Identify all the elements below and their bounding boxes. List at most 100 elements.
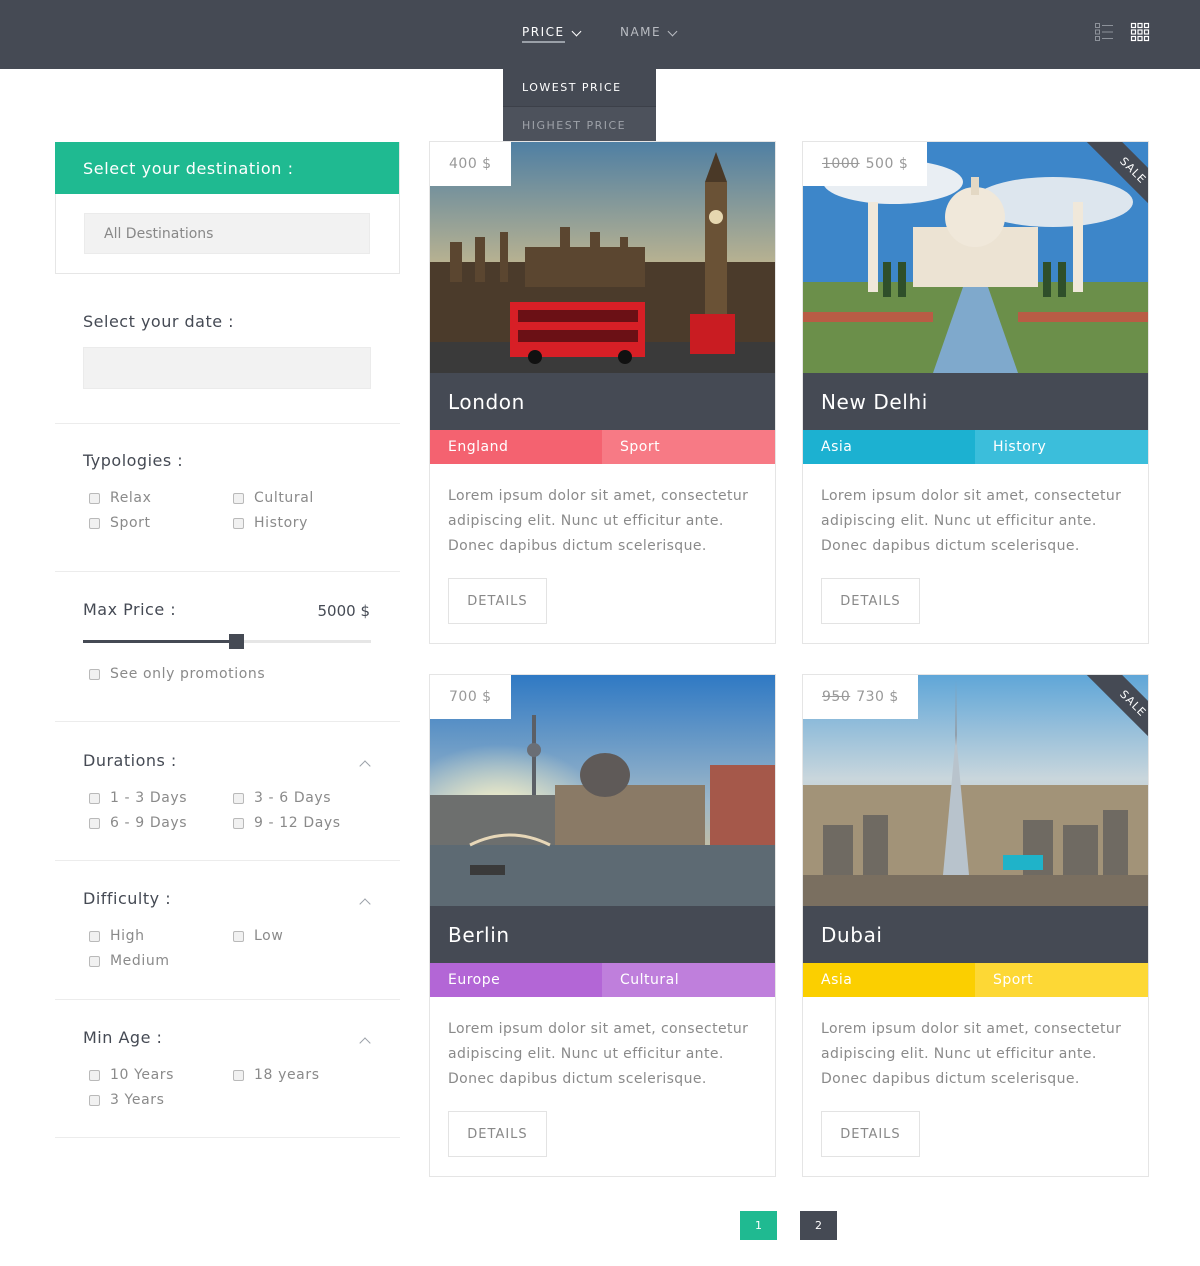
typology-history-checkbox[interactable]: History — [233, 515, 308, 531]
card-title[interactable]: New Delhi — [803, 373, 1148, 430]
age-3-checkbox[interactable]: 3 Years — [89, 1092, 165, 1108]
checkbox-label: History — [254, 515, 309, 531]
top-bar: PRICE NAME — [0, 0, 1200, 69]
tag-region[interactable]: England — [430, 430, 602, 464]
typology-relax-checkbox[interactable]: Relax — [89, 490, 151, 506]
details-button[interactable]: DETAILS — [821, 1111, 920, 1157]
destination-title: Select your destination : — [55, 142, 399, 194]
checkbox-label: High — [110, 928, 145, 944]
checkbox-label: Medium — [110, 953, 170, 969]
price-slider-fill — [83, 640, 236, 643]
checkbox-label: Cultural — [254, 490, 314, 506]
tag-region[interactable]: Asia — [803, 963, 975, 997]
tag-type[interactable]: Sport — [975, 963, 1148, 997]
chevron-down-icon — [571, 26, 582, 36]
old-price: 950 — [822, 689, 851, 705]
grid-view-icon[interactable] — [1130, 22, 1150, 42]
price-badge: 1000 500 $ — [803, 142, 928, 186]
tag-region[interactable]: Europe — [430, 963, 602, 997]
price-slider-track[interactable] — [83, 640, 371, 643]
sort-name-button[interactable]: NAME — [620, 24, 678, 44]
checkbox-label: Relax — [110, 490, 152, 506]
date-title: Select your date : — [83, 312, 235, 331]
tag-region[interactable]: Asia — [803, 430, 975, 464]
sale-ribbon: SALE — [1068, 142, 1148, 222]
duration-3-6-checkbox[interactable]: 3 - 6 Days — [233, 790, 331, 806]
tour-card: 400 $ London England Sport Lorem ipsum d… — [429, 141, 776, 644]
sale-ribbon: SALE — [1068, 675, 1148, 755]
price-value: 400 $ — [449, 156, 492, 172]
checkbox-box — [89, 1069, 100, 1081]
divider — [55, 860, 400, 861]
checkbox-label: 3 - 6 Days — [254, 790, 332, 806]
sort-name-label: NAME — [620, 25, 662, 39]
chevron-up-icon[interactable] — [359, 898, 371, 910]
details-button[interactable]: DETAILS — [821, 578, 920, 624]
checkbox-box — [89, 517, 100, 529]
sort-price-dropdown: LOWEST PRICE HIGHEST PRICE — [503, 69, 656, 144]
age-18-checkbox[interactable]: 18 years — [233, 1067, 320, 1083]
duration-9-12-checkbox[interactable]: 9 - 12 Days — [233, 815, 341, 831]
typology-sport-checkbox[interactable]: Sport — [89, 515, 151, 531]
tag-type[interactable]: Sport — [602, 430, 775, 464]
difficulty-low-checkbox[interactable]: Low — [233, 928, 283, 944]
tour-card: 950 730 $ SALE Dubai Asia Sport Lorem ip… — [802, 674, 1149, 1177]
card-description: Lorem ipsum dolor sit amet, consectetur … — [821, 488, 1122, 554]
checkbox-label: 3 Years — [110, 1092, 165, 1108]
destination-select[interactable]: All Destinations — [84, 213, 370, 254]
page-2-button[interactable]: 2 — [800, 1211, 837, 1240]
page-1-button[interactable]: 1 — [740, 1211, 777, 1240]
sort-highest-price-option[interactable]: HIGHEST PRICE — [503, 106, 656, 143]
checkbox-box — [233, 492, 244, 504]
chevron-up-icon[interactable] — [359, 760, 371, 772]
duration-1-3-checkbox[interactable]: 1 - 3 Days — [89, 790, 187, 806]
typology-cultural-checkbox[interactable]: Cultural — [233, 490, 314, 506]
typologies-title: Typologies : — [83, 451, 184, 470]
checkbox-label: 18 years — [254, 1067, 320, 1083]
difficulty-medium-checkbox[interactable]: Medium — [89, 953, 170, 969]
sort-lowest-price-option[interactable]: LOWEST PRICE — [503, 69, 656, 106]
card-title[interactable]: Dubai — [803, 906, 1148, 963]
sale-label: SALE — [1085, 142, 1148, 219]
checkbox-label: Sport — [110, 515, 151, 531]
tag-type[interactable]: Cultural — [602, 963, 775, 997]
checkbox-box — [233, 930, 244, 942]
chevron-up-icon[interactable] — [359, 1037, 371, 1049]
details-button[interactable]: DETAILS — [448, 578, 547, 624]
checkbox-label: 10 Years — [110, 1067, 174, 1083]
card-title[interactable]: London — [430, 373, 775, 430]
checkbox-box — [89, 1094, 100, 1106]
checkbox-label: 9 - 12 Days — [254, 815, 341, 831]
checkbox-label: 1 - 3 Days — [110, 790, 188, 806]
price-value: 730 $ — [856, 689, 899, 705]
tag-type[interactable]: History — [975, 430, 1148, 464]
card-description: Lorem ipsum dolor sit amet, consectetur … — [821, 1021, 1122, 1087]
difficulty-high-checkbox[interactable]: High — [89, 928, 145, 944]
checkbox-box — [89, 955, 100, 967]
details-button[interactable]: DETAILS — [448, 1111, 547, 1157]
divider — [55, 423, 400, 424]
sort-price-button[interactable]: PRICE — [522, 24, 582, 44]
old-price: 1000 — [822, 156, 860, 172]
duration-6-9-checkbox[interactable]: 6 - 9 Days — [89, 815, 187, 831]
checkbox-label: 6 - 9 Days — [110, 815, 188, 831]
card-title[interactable]: Berlin — [430, 906, 775, 963]
divider — [55, 571, 400, 572]
age-10-checkbox[interactable]: 10 Years — [89, 1067, 174, 1083]
divider — [55, 999, 400, 1000]
checkbox-label: See only promotions — [110, 666, 266, 682]
sale-label: SALE — [1085, 675, 1148, 752]
tour-card: 1000 500 $ SALE New Delhi Asia History L… — [802, 141, 1149, 644]
min-age-title: Min Age : — [83, 1028, 163, 1047]
checkbox-box — [89, 930, 100, 942]
checkbox-box — [233, 517, 244, 529]
price-slider-handle[interactable] — [229, 634, 244, 649]
divider — [55, 721, 400, 722]
list-view-icon[interactable] — [1094, 22, 1114, 42]
checkbox-box — [233, 792, 244, 804]
promotions-checkbox[interactable]: See only promotions — [89, 666, 265, 682]
max-price-title: Max Price : — [83, 600, 177, 619]
date-input[interactable] — [83, 347, 371, 389]
durations-title: Durations : — [83, 751, 177, 770]
checkbox-label: Low — [254, 928, 284, 944]
